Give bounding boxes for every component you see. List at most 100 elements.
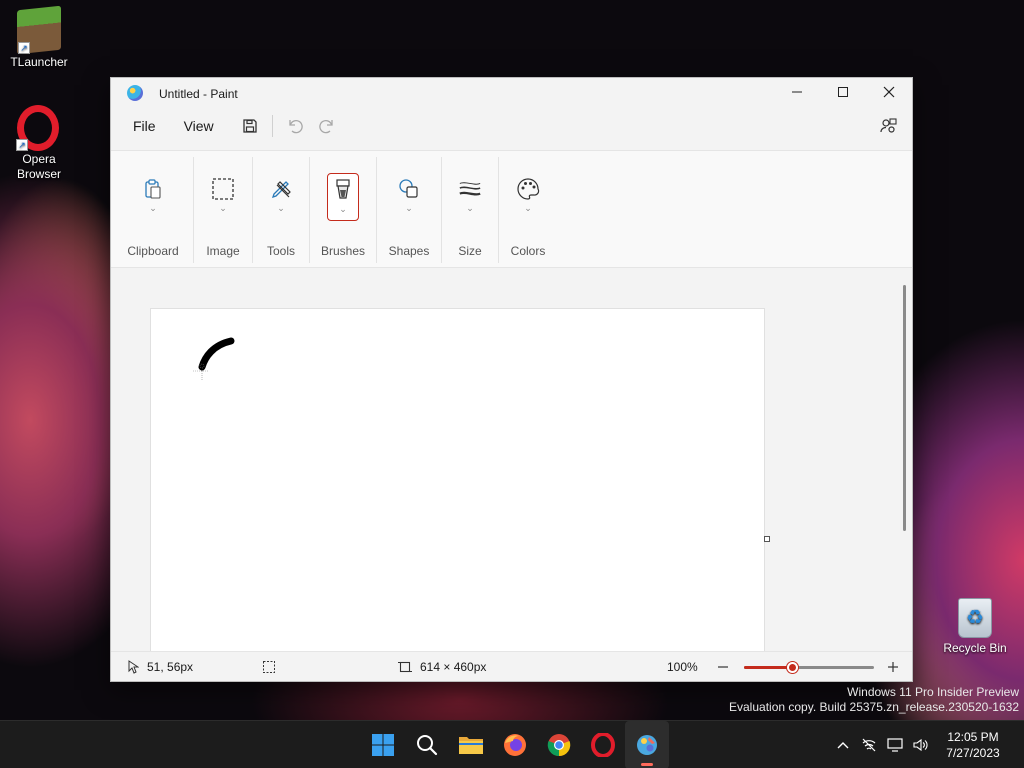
paint-icon — [637, 735, 657, 755]
tools-button[interactable]: ⌄ — [265, 173, 297, 221]
chevron-down-icon: ⌄ — [149, 203, 157, 213]
taskbar-search-button[interactable] — [405, 721, 449, 768]
ribbon-group-label: Shapes — [388, 244, 430, 258]
display-icon — [887, 738, 903, 752]
chevron-down-icon: ⌄ — [339, 204, 347, 214]
ribbon-group-label: Tools — [266, 244, 295, 258]
title-bar[interactable]: Untitled - Paint — [111, 78, 912, 108]
ribbon-group-label: Image — [206, 244, 240, 258]
palette-icon — [517, 178, 540, 200]
menu-bar: File View — [111, 108, 912, 144]
account-settings-icon — [880, 118, 897, 133]
window-title: Untitled - Paint — [159, 87, 238, 101]
shortcut-arrow-icon: ↗ — [16, 139, 28, 151]
start-button[interactable] — [361, 721, 405, 768]
ribbon-group-clipboard: ⌄ Clipboard — [119, 151, 187, 269]
firefox-icon — [504, 734, 526, 756]
ribbon-group-image: ⌄ Image — [195, 151, 251, 269]
canvas-resize-handle[interactable] — [764, 536, 770, 542]
desktop-icon-tlauncher[interactable]: ↗ TLauncher — [4, 5, 74, 70]
display-button[interactable] — [882, 721, 908, 768]
zoom-slider-thumb[interactable] — [787, 662, 799, 673]
desktop-icon-label: TLauncher — [10, 55, 68, 69]
selection-size-icon — [263, 660, 275, 673]
undo-button[interactable] — [279, 112, 311, 140]
zoom-slider[interactable] — [744, 662, 874, 673]
watermark-line-1: Windows 11 Pro Insider Preview — [847, 685, 1019, 699]
taskbar-firefox[interactable] — [493, 721, 537, 768]
colors-button[interactable]: ⌄ — [512, 173, 544, 221]
selection-icon — [212, 178, 234, 200]
menu-separator — [271, 115, 273, 137]
ribbon-group-label: Size — [458, 244, 482, 258]
watermark-line-2: Evaluation copy. Build 25375.zn_release.… — [729, 700, 1019, 714]
shapes-button[interactable]: ⌄ — [393, 173, 425, 221]
save-icon — [243, 119, 257, 133]
chevron-down-icon: ⌄ — [524, 203, 532, 213]
settings-button[interactable] — [872, 112, 904, 140]
windows-watermark: Windows 11 Pro Insider Preview Evaluatio… — [729, 685, 1019, 715]
chevron-down-icon: ⌄ — [219, 203, 227, 213]
ribbon-group-shapes: ⌄ Shapes — [377, 151, 441, 269]
brushes-button[interactable]: ⌄ — [327, 173, 359, 221]
minimize-icon — [792, 91, 802, 93]
network-button[interactable] — [856, 721, 882, 768]
taskbar-opera[interactable] — [581, 721, 625, 768]
taskbar-clock[interactable]: 12:05 PM 7/27/2023 — [934, 729, 1012, 761]
menu-file[interactable]: File — [125, 114, 164, 138]
pencil-eraser-icon — [271, 181, 291, 199]
taskbar-chrome[interactable] — [537, 721, 581, 768]
zoom-percent-cell: 100% — [667, 660, 698, 674]
recycle-bin-icon: ♻ — [958, 598, 992, 638]
ribbon-separator — [309, 157, 310, 263]
chevron-up-icon — [837, 742, 849, 749]
zoom-percent: 100% — [667, 659, 698, 674]
ribbon-group-label: Colors — [510, 244, 546, 258]
ribbon-group-brushes: ⌄ Brushes — [311, 151, 375, 269]
no-internet-icon — [862, 738, 876, 752]
image-button[interactable]: ⌄ — [207, 173, 239, 221]
desktop-icon-recycle-bin[interactable]: ♻ Recycle Bin — [940, 598, 1010, 656]
start-icon — [372, 734, 394, 756]
desktop-icon-label: Recycle Bin — [943, 641, 1007, 655]
size-button[interactable]: ⌄ — [454, 173, 486, 221]
status-bar: 51, 56px 614 × 460px 100% — [111, 651, 912, 681]
close-button[interactable] — [866, 78, 912, 106]
maximize-button[interactable] — [820, 78, 866, 106]
vertical-scrollbar[interactable] — [903, 285, 906, 531]
desktop-icon-label: Opera Browser — [16, 152, 61, 181]
shortcut-arrow-icon: ↗ — [18, 42, 30, 54]
zoom-in-button[interactable] — [887, 661, 899, 673]
ribbon-separator — [193, 157, 194, 263]
plus-icon — [888, 661, 898, 672]
redo-button[interactable] — [311, 112, 343, 140]
file-explorer-icon — [459, 737, 483, 754]
chevron-down-icon: ⌄ — [405, 203, 413, 213]
show-hidden-icons-button[interactable] — [830, 721, 856, 768]
canvas-workspace — [111, 269, 912, 651]
volume-icon — [913, 738, 928, 752]
shapes-icon — [399, 179, 418, 198]
canvas-size-cell: 614 × 460px — [398, 660, 486, 674]
menu-view[interactable]: View — [176, 114, 222, 138]
desktop-icon-opera[interactable]: ↗ Opera Browser — [4, 105, 74, 182]
taskbar-paint[interactable] — [625, 721, 669, 768]
window-controls — [774, 78, 912, 106]
ribbon-group-label: Brushes — [320, 244, 366, 258]
drawing-canvas[interactable] — [150, 308, 765, 651]
taskbar-apps — [361, 721, 669, 768]
brush-stroke — [193, 337, 235, 381]
volume-button[interactable] — [908, 721, 934, 768]
zoom-out-button[interactable] — [717, 661, 729, 673]
taskbar-file-explorer[interactable] — [449, 721, 493, 768]
clock-date: 7/27/2023 — [946, 746, 1000, 760]
clipboard-button[interactable]: ⌄ — [137, 173, 169, 221]
minimize-button[interactable] — [774, 78, 820, 106]
brush-icon — [336, 179, 350, 199]
ribbon-group-colors: ⌄ Colors — [499, 151, 557, 269]
save-button[interactable] — [234, 112, 266, 140]
selection-size-cell — [262, 660, 276, 674]
canvas-size-icon — [398, 661, 412, 672]
line-size-icon — [459, 182, 481, 196]
taskbar: 12:05 PM 7/27/2023 — [0, 720, 1024, 768]
